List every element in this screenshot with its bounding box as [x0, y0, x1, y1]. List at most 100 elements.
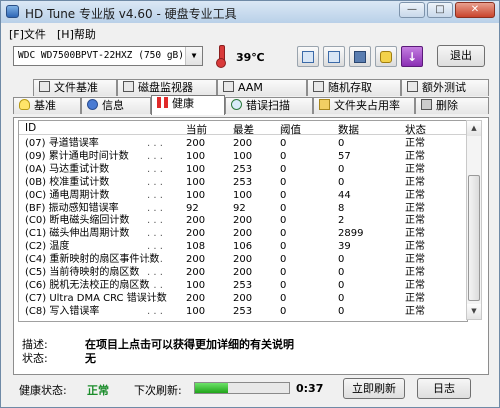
cell-threshold: 0	[280, 254, 287, 266]
cell-worst: 253	[233, 279, 253, 291]
cell-threshold: 0	[280, 305, 287, 317]
cell-data: 0	[338, 254, 345, 266]
temperature-value: 39℃	[236, 51, 265, 64]
refresh-countdown: 0:37	[296, 382, 324, 395]
tab-disk-monitor[interactable]: 磁盘监视器	[117, 79, 217, 96]
menu-bar: [F]文件 [H]帮助	[1, 23, 499, 41]
cell-status: 正常	[405, 305, 425, 317]
options-button[interactable]	[375, 46, 397, 67]
tab-file-benchmark[interactable]: 文件基准	[33, 79, 117, 96]
monitor-icon	[123, 81, 134, 92]
copy-icon	[302, 50, 314, 63]
next-refresh-label: 下次刷新:	[134, 384, 182, 397]
table-row[interactable]: (C8) 写入错误率 100 253 0 0 正常 . . .	[19, 306, 467, 317]
chevron-down-icon[interactable]: ▼	[185, 47, 202, 65]
header-status[interactable]: 状态	[405, 122, 426, 137]
tab-random-access[interactable]: 随机存取	[307, 79, 401, 96]
refresh-now-button[interactable]: 立即刷新	[343, 378, 405, 399]
row-leader-dots: . . .	[147, 202, 163, 214]
cell-current: 200	[186, 138, 206, 149]
cell-status: 正常	[405, 279, 425, 291]
tab-info[interactable]: 信息	[81, 97, 151, 114]
cell-id: (C4) 重新映射的扇区事件计数	[25, 254, 160, 266]
tab-aam[interactable]: AAM	[217, 79, 307, 96]
cell-id: (0A) 马达重试计数	[25, 163, 110, 175]
window-controls: — □ ✕	[399, 2, 495, 18]
vertical-scrollbar[interactable]: ▲ ▼	[466, 120, 482, 320]
table-header: ID 当前 最差 阈值 数据 状态	[19, 121, 467, 137]
cell-status: 正常	[405, 176, 425, 188]
tab-erase[interactable]: 删除	[415, 97, 489, 114]
tab-error-scan[interactable]: 错误扫描	[225, 97, 313, 114]
menu-help[interactable]: [H]帮助	[57, 26, 96, 42]
cell-current: 200	[186, 215, 206, 227]
copy-all-button[interactable]	[323, 46, 345, 67]
cell-threshold: 0	[280, 241, 287, 253]
download-button[interactable]: ↓	[401, 46, 423, 67]
drive-select[interactable]: WDC WD7500BPVT-22HXZ (750 gB) ▼	[13, 46, 203, 66]
table-row[interactable]: (0B) 校准重试计数 100 253 0 0 正常 . . .	[19, 177, 467, 188]
table-row[interactable]: (C5) 当前待映射的扇区数 200 200 0 0 正常 . . .	[19, 267, 467, 278]
log-button[interactable]: 日志	[417, 378, 471, 399]
tab-folder-usage[interactable]: 文件夹占用率	[313, 97, 415, 114]
cell-threshold: 0	[280, 215, 287, 227]
smart-table: ID 当前 最差 阈值 数据 状态 (07) 寻道错误率 200 200 0 0 正常. …	[18, 120, 468, 322]
cell-status: 正常	[405, 292, 425, 304]
cell-worst: 200	[233, 254, 253, 266]
scroll-thumb[interactable]	[468, 175, 480, 301]
cell-status: 正常	[405, 228, 425, 240]
header-threshold[interactable]: 阈值	[280, 122, 301, 137]
row-leader-dots: . . .	[147, 215, 163, 227]
cell-current: 200	[186, 254, 206, 266]
cell-threshold: 0	[280, 292, 287, 304]
copy-info-button[interactable]	[297, 46, 319, 67]
header-current[interactable]: 当前	[186, 122, 207, 137]
header-worst[interactable]: 最差	[233, 122, 254, 137]
row-leader-dots: . . .	[147, 163, 163, 175]
menu-file[interactable]: [F]文件	[9, 26, 46, 42]
cell-worst: 200	[233, 138, 253, 149]
cell-data: 2	[338, 215, 345, 227]
table-row[interactable]: (C6) 脱机无法校正的扇区数 100 253 0 0 正常 . . .	[19, 280, 467, 291]
cell-current: 100	[186, 305, 206, 317]
cell-status: 正常	[405, 202, 425, 214]
info-icon	[87, 99, 98, 110]
bulb-icon	[19, 99, 30, 110]
cell-id: (0B) 校准重试计数	[25, 176, 110, 188]
maximize-button[interactable]: □	[427, 2, 453, 18]
table-row[interactable]: (C0) 断电磁头缩回计数 200 200 0 2 正常 . . .	[19, 215, 467, 226]
table-row[interactable]: (0C) 通电周期计数 100 100 0 44 正常 . . .	[19, 190, 467, 201]
header-id[interactable]: ID	[25, 122, 36, 134]
cell-data: 0	[338, 267, 345, 278]
exit-button[interactable]: 退出	[437, 45, 485, 67]
save-button[interactable]	[349, 46, 371, 67]
tab-benchmark[interactable]: 基准	[13, 97, 81, 114]
app-icon	[6, 5, 19, 18]
table-row[interactable]: (C7) Ultra DMA CRC 错误计数 200 200 0 0 正常 . . .	[19, 293, 467, 304]
thermometer-icon	[215, 45, 227, 68]
table-row[interactable]: (BF) 振动感知错误率 92 92 0 8 正常 . . .	[19, 203, 467, 214]
close-button[interactable]: ✕	[455, 2, 495, 18]
cell-data: 44	[338, 189, 351, 201]
minimize-button[interactable]: —	[399, 2, 425, 18]
floppy-disk-icon	[354, 50, 366, 63]
scroll-down-icon[interactable]: ▼	[467, 304, 481, 319]
cell-status: 正常	[405, 254, 425, 266]
title-bar[interactable]: HD Tune 专业版 v4.60 - 硬盘专业工具 — □ ✕	[1, 1, 499, 23]
table-row[interactable]: (C4) 重新映射的扇区事件计数 200 200 0 0 正常 . . .	[19, 254, 467, 265]
refresh-progress-fill	[195, 383, 228, 393]
tab-extra-tests[interactable]: 额外测试	[401, 79, 489, 96]
header-data[interactable]: 数据	[338, 122, 359, 137]
health-cross-icon	[157, 97, 168, 108]
table-row[interactable]: (0A) 马达重试计数 100 253 0 0 正常 . . .	[19, 164, 467, 175]
status-row: 状态: 无	[22, 350, 96, 366]
cell-data: 0	[338, 305, 345, 317]
table-row[interactable]: (09) 累计通电时间计数 100 100 0 57 正常 . . .	[19, 151, 467, 162]
table-row[interactable]: (C1) 磁头伸出周期计数 200 200 0 2899 正常 . . .	[19, 228, 467, 239]
table-row[interactable]: (07) 寻道错误率 200 200 0 0 正常 . . .	[19, 138, 467, 149]
cell-worst: 253	[233, 176, 253, 188]
scroll-up-icon[interactable]: ▲	[467, 121, 481, 136]
cell-status: 正常	[405, 241, 425, 253]
tab-health[interactable]: 健康	[151, 95, 225, 115]
table-row[interactable]: (C2) 温度 108 106 0 39 正常 . . .	[19, 241, 467, 252]
